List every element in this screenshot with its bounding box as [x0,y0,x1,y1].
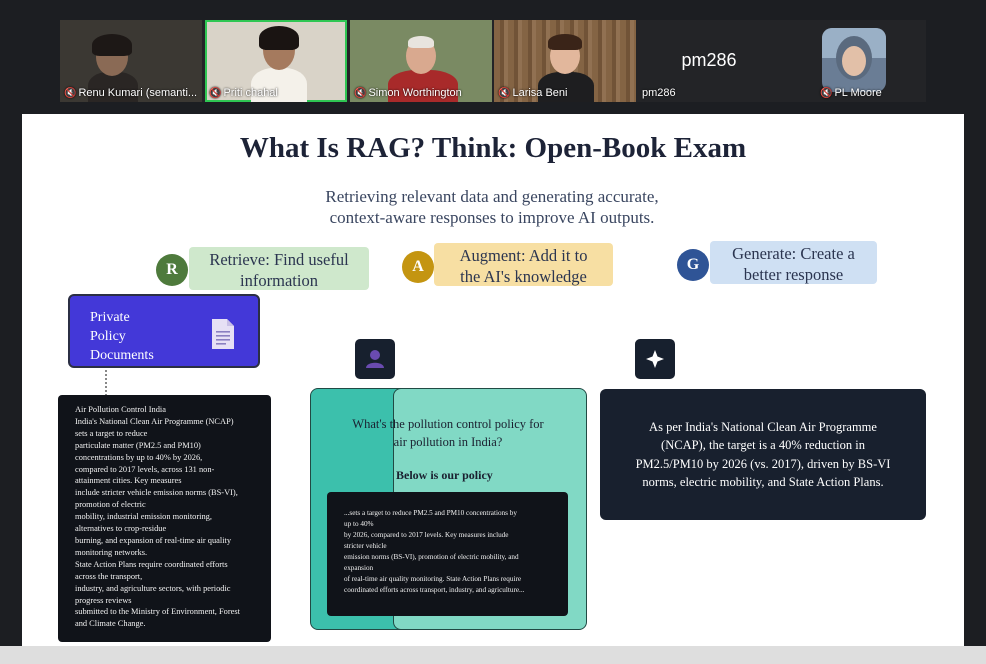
sparkle-icon [646,350,664,368]
document-line: Air Pollution Control India [75,405,166,414]
participant-tile[interactable]: 🔇 Renu Kumari (semanti... [60,20,202,102]
participant-tile[interactable]: 🔇 Simon Worthington [350,20,492,102]
mic-muted-icon: 🔇 [64,87,77,99]
below-policy-label: Below is our policy [396,468,493,482]
document-line: mobility, industrial emission monitoring… [75,512,212,522]
generated-answer: As per India's National Clean Air Progra… [600,389,926,520]
mic-muted-icon: 🔇 [354,87,367,99]
connector-line [105,370,107,396]
participant-name: 🔇 Renu Kumari (semanti... [64,87,198,99]
document-line: compared to 2017 levels, across 131 non- [75,464,215,474]
document-line: industry, and agriculture sectors, with … [75,583,231,593]
user-icon-box [355,339,395,379]
participant-name: 🔇 PL Moore [820,87,882,99]
document-line: State Action Plans require coordinated e… [75,559,228,569]
document-line: coordinated efforts across transport, in… [344,586,525,594]
participant-name: 🔇 Larisa Beni [498,87,568,99]
step-r-circle: R [156,254,188,286]
policy-document-text: Air Pollution Control India India's Natio… [58,395,271,642]
mic-muted-icon: 🔇 [209,87,222,99]
mic-muted-icon: 🔇 [820,87,833,99]
step-g-circle: G [677,249,709,281]
document-line: and Climate Change. [75,619,146,629]
avatar [822,28,886,92]
sparkle-icon-box [635,339,675,379]
participant-name: 🔇 Priti chahal [209,87,278,99]
document-line: emission norms (BS-VI), promotion of ele… [344,553,519,561]
document-line: include stricter vehicle emission norms … [75,488,238,498]
document-line: stricter vehicle [344,542,387,550]
document-line: up to 40% [344,520,374,528]
document-line: by 2026, compared to 2017 levels. Key me… [344,531,509,539]
step-a-circle: A [402,251,434,283]
participant-placeholder: pm286 [681,50,737,70]
document-line: of real-time air quality monitoring. Sta… [344,575,522,583]
user-question: What's the pollution control policy for … [352,417,544,449]
document-line: ...sets a target to reduce PM2.5 and PM1… [344,509,517,517]
participant-tile-active[interactable]: 🔇 Priti chahal [205,20,347,102]
document-line: submitted to the Ministry of Environment… [75,607,240,617]
document-line: progress reviews [75,595,132,605]
document-icon [212,319,234,349]
step-generate-label: Generate: Create a better response [710,241,877,284]
slide-title: What Is RAG? Think: Open-Book Exam [239,132,747,164]
document-line: alternatives to crop-residue [75,524,167,534]
participant-name: 🔇 Simon Worthington [354,87,462,99]
participant-strip: 🔇 Renu Kumari (semanti... 🔇 Priti chahal… [60,20,926,102]
document-line: sets a target to reduce [75,428,148,438]
document-line: attainment cities. Key measures [75,476,182,486]
step-retrieve-label: Retrieve: Find useful information [189,247,369,290]
document-line: burning, and expansion of real-time air … [75,535,232,545]
step-augment-label: Augment: Add it to the AI's knowledge [434,243,613,286]
document-line: monitoring networks. [75,547,148,557]
slide-subtitle: Retrieving relevant data and generating … [325,187,659,227]
retrieved-excerpt: ...sets a target to reduce PM2.5 and PM1… [327,492,568,616]
document-line: promotion of electric [75,500,146,510]
private-policy-documents: Private Policy Documents [68,294,260,368]
participant-name: pm286 [642,87,676,99]
mic-muted-icon: 🔇 [498,87,511,99]
participant-tile[interactable]: 🔇 PL Moore [782,20,926,102]
participant-tile[interactable]: pm286 pm286 [638,20,780,102]
document-line: particulate matter (PM2.5 and PM10) [75,440,201,450]
user-icon [366,350,384,368]
shared-slide: What Is RAG? Think: Open-Book Exam Retri… [22,114,964,646]
participant-tile[interactable]: 🔇 Larisa Beni [494,20,636,102]
document-line: expansion [344,564,374,572]
document-line: concentrations by up to 40% by 2026, [75,452,203,462]
document-line: India's National Clean Air Programme (NC… [75,416,234,426]
document-line: across the transport, [75,571,143,581]
bottom-bar [0,646,986,664]
